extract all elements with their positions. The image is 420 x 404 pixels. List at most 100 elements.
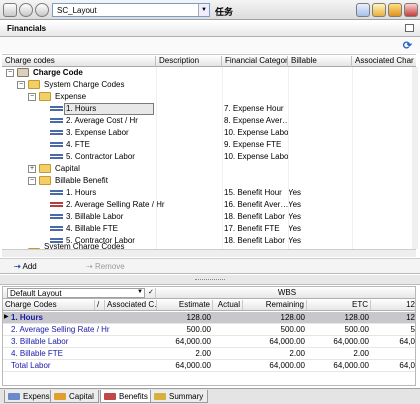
tree-horizontal-scrollbar[interactable] (2, 249, 416, 257)
remaining-cell[interactable]: 500.00 (243, 325, 307, 335)
forward-icon[interactable] (35, 3, 49, 17)
charge-code-cell[interactable]: 2. Average Selling Rate / Hr (9, 325, 157, 335)
estimate-cell[interactable]: 64,000.00 (157, 361, 213, 371)
tree-row[interactable]: 1. Hours 7. Expense Hour (2, 103, 416, 115)
col-header-charge-codes[interactable]: Charge Codes (3, 300, 95, 310)
etc-cell[interactable]: 500.00 (307, 325, 371, 335)
col-header-billable[interactable]: Billable (288, 56, 352, 67)
financial-category-cell[interactable]: 10. Expense Labor (224, 128, 288, 137)
etc-cell[interactable]: 64,000.00 (307, 361, 371, 371)
estimate-cell[interactable]: 64,000.00 (157, 337, 213, 347)
billable-cell[interactable]: Yes (288, 188, 328, 197)
tree-row[interactable]: − Charge Code (2, 67, 416, 79)
next-period-cell[interactable]: 5 (371, 325, 415, 335)
window-icon[interactable] (3, 3, 17, 17)
tree-row[interactable]: 2. Average Cost / Hr 8. Expense Aver… (2, 115, 416, 127)
tree-row[interactable]: 2. Average Selling Rate / Hr 16. Benefit … (2, 199, 416, 211)
estimate-cell[interactable]: 500.00 (157, 325, 213, 335)
refresh-icon[interactable]: ⟳ (403, 39, 412, 52)
financial-category-cell[interactable]: 18. Benefit Labor (224, 212, 288, 221)
financial-category-cell[interactable]: 9. Expense FTE (224, 140, 288, 149)
col-header-etc[interactable]: ETC (307, 300, 371, 310)
tab-summary[interactable]: Summary (150, 390, 209, 403)
col-header-financial-category[interactable]: Financial Category (222, 56, 288, 67)
col-header-associated-charge[interactable]: Associated Char (352, 56, 416, 67)
tree-row[interactable]: 4. FTE 9. Expense FTE (2, 139, 416, 151)
col-header-estimate[interactable]: Estimate (157, 300, 213, 310)
tab-benefits[interactable]: Benefits (100, 390, 153, 403)
billable-cell[interactable]: Yes (288, 224, 328, 233)
expand-icon[interactable]: + (28, 165, 36, 173)
col-header-actual[interactable]: Actual (213, 300, 243, 310)
tree-row[interactable]: − Billable Benefit (2, 175, 416, 187)
financial-category-cell[interactable]: 8. Expense Aver… (224, 116, 288, 125)
wbs-row[interactable]: 3. Billable Labor 64,000.00 64,000.00 64,00… (3, 336, 415, 348)
collapse-icon[interactable]: − (28, 93, 36, 101)
charge-code-cell[interactable]: 1. Hours (9, 313, 157, 323)
pane-splitter[interactable] (0, 275, 420, 285)
wbs-row[interactable]: 2. Average Selling Rate / Hr 500.00 500.00… (3, 324, 415, 336)
tree-row[interactable]: 5. Contractor Labor 10. Expense Labor (2, 151, 416, 163)
remove-button[interactable]: ⇢ Remove (86, 262, 125, 271)
estimate-cell[interactable]: 2.00 (157, 349, 213, 359)
wbs-row[interactable]: ▶ 1. Hours 128.00 128.00 128.00 12 (3, 312, 415, 324)
help-icon[interactable] (404, 3, 418, 17)
package-icon[interactable] (372, 3, 386, 17)
actual-cell[interactable] (213, 313, 243, 323)
collapse-icon[interactable]: − (28, 177, 36, 185)
financial-category-cell[interactable]: 7. Expense Hour (224, 104, 288, 113)
tree-row[interactable]: − Expense (2, 91, 416, 103)
next-period-cell[interactable]: 12 (371, 313, 415, 323)
billable-cell[interactable]: Yes (288, 236, 328, 245)
col-header-remaining[interactable]: Remaining (243, 300, 307, 310)
financial-category-cell[interactable]: 16. Benefit Aver… (224, 200, 288, 209)
actual-cell[interactable] (213, 325, 243, 335)
remaining-cell[interactable]: 2.00 (243, 349, 307, 359)
tree-row[interactable]: 3. Billable Labor 18. Benefit Labor Yes (2, 211, 416, 223)
financial-category-cell[interactable]: 17. Benefit FTE (224, 224, 288, 233)
layout-select[interactable]: SC_Layout ▼ (52, 3, 210, 17)
etc-cell[interactable]: 128.00 (307, 313, 371, 323)
billable-cell[interactable]: Yes (288, 212, 328, 221)
tab-capital[interactable]: Capital (50, 390, 99, 403)
back-icon[interactable] (19, 3, 33, 17)
next-period-cell[interactable] (371, 349, 415, 359)
cube-icon[interactable] (388, 3, 402, 17)
collapse-icon[interactable]: − (6, 69, 14, 77)
tools-icon[interactable] (356, 3, 370, 17)
charge-code-cell[interactable]: Total Labor (9, 361, 157, 371)
estimate-cell[interactable]: 128.00 (157, 313, 213, 323)
tree-row[interactable]: 1. Hours 15. Benefit Hour Yes (2, 187, 416, 199)
remaining-cell[interactable]: 64,000.00 (243, 361, 307, 371)
wbs-row[interactable]: Total Labor 64,000.00 64,000.00 64,000.00 64… (3, 360, 415, 372)
chevron-down-icon[interactable]: ▼ (198, 4, 209, 16)
remaining-cell[interactable]: 64,000.00 (243, 337, 307, 347)
wbs-row[interactable]: 4. Billable FTE 2.00 2.00 2.00 (3, 348, 415, 360)
financial-category-cell[interactable]: 18. Benefit Labor (224, 236, 288, 245)
billable-cell[interactable]: Yes (288, 200, 328, 209)
tree-row[interactable]: 4. Billable FTE 17. Benefit FTE Yes (2, 223, 416, 235)
actual-cell[interactable] (213, 361, 243, 371)
add-button[interactable]: ⇢ Add (14, 262, 37, 271)
actual-cell[interactable] (213, 349, 243, 359)
next-period-cell[interactable]: 64,0 (371, 337, 415, 347)
col-header-associated-charge[interactable]: Associated C… (105, 300, 157, 310)
grid-layout-select[interactable]: Default Layout ▼ (7, 288, 145, 298)
etc-cell[interactable]: 64,000.00 (307, 337, 371, 347)
col-header-next[interactable]: 12 (371, 300, 415, 310)
remaining-cell[interactable]: 128.00 (243, 313, 307, 323)
charge-code-cell[interactable]: 4. Billable FTE (9, 349, 157, 359)
restore-window-icon[interactable] (405, 24, 414, 32)
etc-cell[interactable]: 2.00 (307, 349, 371, 359)
actual-cell[interactable] (213, 337, 243, 347)
charge-code-cell[interactable]: 3. Billable Labor (9, 337, 157, 347)
tree-row[interactable]: 3. Expense Labor 10. Expense Labor (2, 127, 416, 139)
col-header-description[interactable]: Description (156, 56, 222, 67)
col-header-charge-codes[interactable]: Charge codes (2, 56, 156, 67)
tree-row[interactable]: + Capital (2, 163, 416, 175)
next-period-cell[interactable]: 64,0 (371, 361, 415, 371)
tree-vertical-scrollbar[interactable] (412, 67, 418, 249)
tree-row[interactable]: − System Charge Codes (2, 79, 416, 91)
financial-category-cell[interactable]: 15. Benefit Hour (224, 188, 288, 197)
financial-category-cell[interactable]: 10. Expense Labor (224, 152, 288, 161)
